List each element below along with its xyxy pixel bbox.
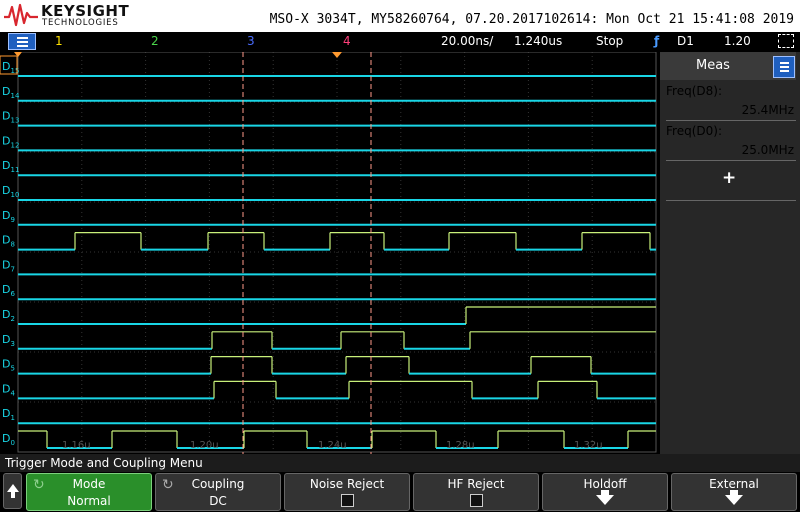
digital-channel-label: D2 [2, 308, 15, 323]
channel-2-label[interactable]: 2 [151, 34, 159, 48]
trigger-source[interactable]: D1 [677, 34, 694, 48]
noise-reject-checkbox[interactable] [341, 494, 354, 507]
digital-channel-label: D11 [2, 159, 19, 174]
meas-d0-value: 25.0MHz [741, 143, 794, 157]
softkey-label: Coupling [191, 477, 245, 491]
softkey-value: Normal [67, 494, 111, 508]
noise-reject-softkey[interactable]: Noise Reject [284, 473, 410, 511]
softkey-label: HF Reject [447, 477, 505, 491]
submenu-arrow-icon [725, 490, 743, 505]
mode-softkey[interactable]: ↻ Mode Normal [26, 473, 152, 511]
trigger-level[interactable]: 1.20 [724, 34, 751, 48]
digital-channel-label: D1 [2, 407, 15, 422]
timebase-delay[interactable]: 1.240us [514, 34, 562, 48]
hf-reject-checkbox[interactable] [470, 494, 483, 507]
graticule [17, 52, 657, 453]
softkey-label: Holdoff [583, 477, 627, 491]
menu-title-bar: Trigger Mode and Coupling Menu [0, 454, 800, 472]
digital-channel-label: D10 [2, 184, 19, 199]
softkey-value: DC [209, 494, 227, 508]
channel-1-label[interactable]: 1 [55, 34, 63, 48]
time-axis-labels: 1.16u 1.20u 1.24u 1.28u 1.32u [62, 440, 603, 451]
digital-channel-label: D12 [2, 134, 19, 149]
meas-d8-value: 25.4MHz [741, 103, 794, 117]
measurements-menu-icon[interactable] [773, 56, 795, 78]
digital-channel-label: D8 [2, 234, 15, 249]
add-measurement-icon[interactable]: + [722, 168, 736, 188]
meas-divider [666, 120, 796, 121]
digital-channel-label: D7 [2, 258, 15, 273]
channel-4-label[interactable]: 4 [343, 34, 351, 48]
measurements-title: Meas [696, 58, 730, 73]
timebase-scale[interactable]: 20.00ns/ [441, 34, 493, 48]
softkey-label: Noise Reject [309, 477, 385, 491]
back-button[interactable] [3, 473, 22, 509]
main-menu-button[interactable] [8, 33, 36, 50]
time-axis-label: 1.32u [574, 440, 603, 451]
coupling-softkey[interactable]: ↻ Coupling DC [155, 473, 281, 511]
time-axis-label: 1.24u [318, 440, 347, 451]
zoom-box-icon[interactable] [778, 34, 794, 48]
instrument-info: MSO-X 3034T, MY58260764, 07.20.201710261… [269, 12, 794, 27]
channel-3-label[interactable]: 3 [247, 34, 255, 48]
measurements-panel: Meas Freq(D8): 25.4MHz Freq(D0): 25.0MHz… [660, 52, 800, 454]
cursor-markers [14, 52, 372, 454]
brand-subtitle: TECHNOLOGIES [42, 18, 119, 28]
digital-channel-label: D5 [2, 358, 15, 373]
header-bar: KEYSIGHT TECHNOLOGIES MSO-X 3034T, MY582… [0, 0, 800, 32]
time-axis-label: 1.28u [446, 440, 475, 451]
softkey-label: Mode [72, 477, 106, 491]
keysight-logo-icon [4, 3, 38, 27]
digital-channel-label: D13 [2, 110, 19, 125]
trigger-position-marker-icon [332, 52, 342, 58]
status-bar: 1 2 3 4 20.00ns/ 1.240us Stop ƒ D1 1.20 [0, 32, 800, 52]
digital-channel-label: D9 [2, 209, 15, 224]
run-state: Stop [596, 34, 624, 48]
meas-divider [666, 200, 796, 201]
external-softkey[interactable]: External [671, 473, 797, 511]
menu-title: Trigger Mode and Coupling Menu [5, 456, 203, 470]
digital-channel-label: D0 [2, 432, 15, 447]
time-axis-label: 1.16u [62, 440, 91, 451]
trigger-edge-icon: ƒ [654, 34, 660, 48]
digital-channel-label: D3 [2, 333, 15, 348]
meas-d8-label: Freq(D8): [666, 84, 722, 98]
waveform-display[interactable]: D15D14D13D12D11D10D9D8D7D6D2D3D5D4D1D0 1… [0, 52, 660, 454]
holdoff-softkey[interactable]: Holdoff [542, 473, 668, 511]
meas-d0-label: Freq(D0): [666, 124, 722, 138]
digital-channel-label: D14 [2, 85, 20, 100]
softkey-bar: ↻ Mode Normal ↻ Coupling DC Noise Reject… [0, 472, 800, 512]
meas-divider [666, 160, 796, 161]
hf-reject-softkey[interactable]: HF Reject [413, 473, 539, 511]
digital-channel-label: D6 [2, 283, 15, 298]
time-axis-label: 1.20u [190, 440, 219, 451]
softkey-label: External [709, 477, 759, 491]
submenu-arrow-icon [596, 490, 614, 505]
digital-channel-labels: D15D14D13D12D11D10D9D8D7D6D2D3D5D4D1D0 [0, 55, 20, 447]
digital-channel-label: D4 [2, 382, 15, 397]
